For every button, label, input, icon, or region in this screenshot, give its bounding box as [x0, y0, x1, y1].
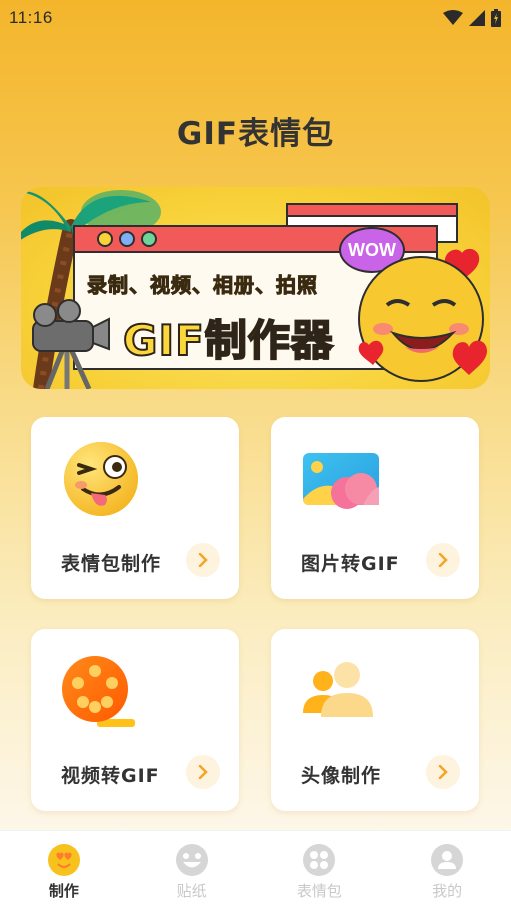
- card-label: 头像制作: [301, 765, 382, 787]
- card-label: 视频转GIF: [61, 765, 160, 787]
- grinning-emoji-icon: [358, 248, 487, 382]
- banner-subtitle: 录制、视频、相册、拍照: [87, 273, 318, 298]
- chevron-right-icon[interactable]: [186, 755, 220, 789]
- sticker-face-icon: [175, 844, 208, 876]
- tab-label: 我的: [432, 882, 463, 900]
- status-time: 11:16: [9, 8, 53, 27]
- tab-label: 表情包: [296, 882, 342, 900]
- card-label: 表情包制作: [61, 553, 162, 575]
- camera-icon: [32, 299, 110, 389]
- chevron-right-icon[interactable]: [426, 543, 460, 577]
- bottom-tab-bar: 制作 贴纸 表情包 我的: [0, 830, 511, 910]
- card-label: 图片转GIF: [301, 553, 400, 575]
- winking-emoji-icon: [64, 442, 138, 516]
- wifi-icon: [443, 10, 463, 25]
- users-icon: [303, 662, 373, 717]
- status-icons: [443, 9, 501, 27]
- tab-label: 贴纸: [176, 882, 207, 900]
- card-video-to-gif[interactable]: 视频转GIF: [31, 629, 239, 811]
- tab-make[interactable]: 制作: [0, 831, 128, 901]
- chevron-right-icon[interactable]: [186, 543, 220, 577]
- tab-emoji-packs[interactable]: 表情包: [256, 831, 384, 901]
- banner-title: GIF制作器: [122, 315, 334, 366]
- battery-icon: [491, 9, 501, 27]
- promo-banner[interactable]: 录制、视频、相册、拍照 GIF制作器 WOW: [21, 187, 490, 389]
- page-title: GIF表情包: [176, 116, 335, 152]
- status-bar: 11:16: [0, 0, 511, 36]
- user-icon: [431, 844, 464, 876]
- card-sticker-maker[interactable]: 表情包制作: [31, 417, 239, 599]
- film-reel-icon: [62, 656, 135, 727]
- tab-label: 制作: [48, 882, 79, 900]
- card-image-to-gif[interactable]: 图片转GIF: [271, 417, 479, 599]
- tab-profile[interactable]: 我的: [383, 831, 511, 901]
- chevron-right-icon[interactable]: [426, 755, 460, 789]
- tab-stickers[interactable]: 贴纸: [128, 831, 256, 901]
- grid-icon: [303, 844, 336, 876]
- smiley-icon: [47, 844, 80, 876]
- image-icon: [303, 453, 379, 509]
- card-avatar-maker[interactable]: 头像制作: [271, 629, 479, 811]
- signal-icon: [469, 10, 485, 26]
